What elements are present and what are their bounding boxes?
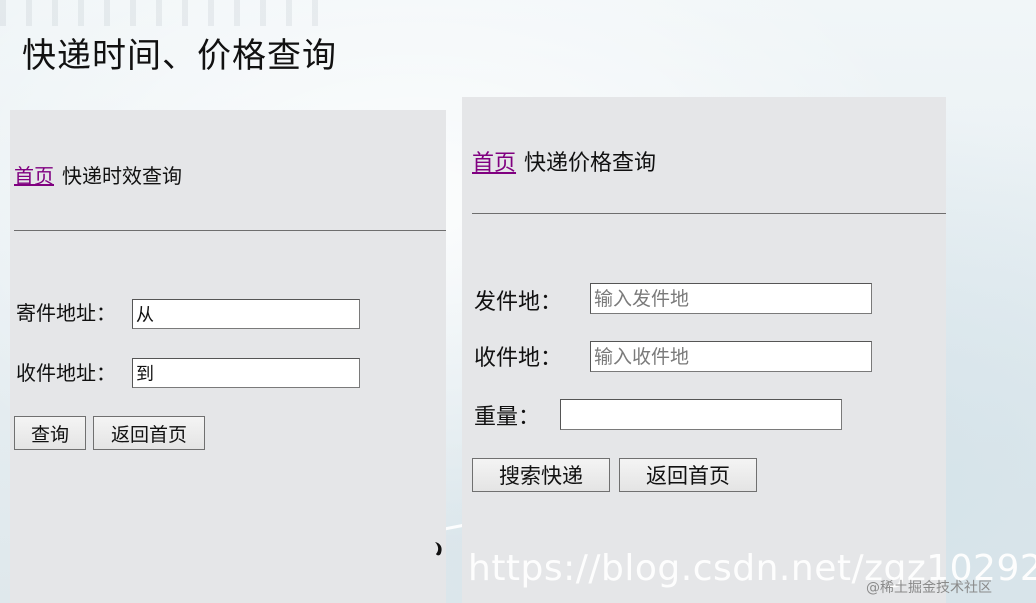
cursor-icon bbox=[435, 542, 442, 556]
breadcrumb-current: 快递价格查询 bbox=[524, 151, 657, 176]
home-link[interactable]: 首页 bbox=[14, 164, 54, 188]
watermark-site: @稀土掘金技术社区 bbox=[866, 580, 992, 596]
breadcrumb-current: 快递时效查询 bbox=[62, 164, 182, 188]
origin-label: 发件地： bbox=[474, 290, 563, 315]
search-express-button[interactable]: 搜索快递 bbox=[472, 458, 610, 492]
background-decoration bbox=[0, 0, 320, 26]
origin-input[interactable] bbox=[590, 283, 872, 314]
divider bbox=[14, 230, 446, 231]
price-query-panel: 首页快递价格查询 发件地： 收件地： 重量： 搜索快递 返回首页 bbox=[462, 97, 946, 603]
breadcrumb: 首页 快递时效查询 bbox=[14, 160, 182, 189]
home-link[interactable]: 首页 bbox=[472, 151, 516, 176]
weight-input[interactable] bbox=[560, 399, 842, 430]
receiver-address-label: 收件地址： bbox=[16, 361, 116, 385]
back-home-button[interactable]: 返回首页 bbox=[93, 416, 205, 450]
breadcrumb: 首页 快递价格查询 bbox=[472, 145, 656, 177]
divider bbox=[472, 213, 946, 214]
query-button[interactable]: 查询 bbox=[14, 416, 86, 450]
timeliness-query-panel: 首页快递时效查询 寄件地址： 收件地址： 查询 返回首页 bbox=[10, 110, 446, 603]
sender-address-label: 寄件地址： bbox=[16, 301, 116, 325]
destination-input[interactable] bbox=[590, 341, 872, 372]
destination-label: 收件地： bbox=[474, 346, 563, 371]
page-title: 快递时间、价格查询 bbox=[22, 36, 337, 76]
receiver-address-input[interactable] bbox=[132, 358, 360, 388]
weight-label: 重量： bbox=[474, 405, 541, 430]
back-home-button[interactable]: 返回首页 bbox=[619, 458, 757, 492]
sender-address-input[interactable] bbox=[132, 299, 360, 329]
